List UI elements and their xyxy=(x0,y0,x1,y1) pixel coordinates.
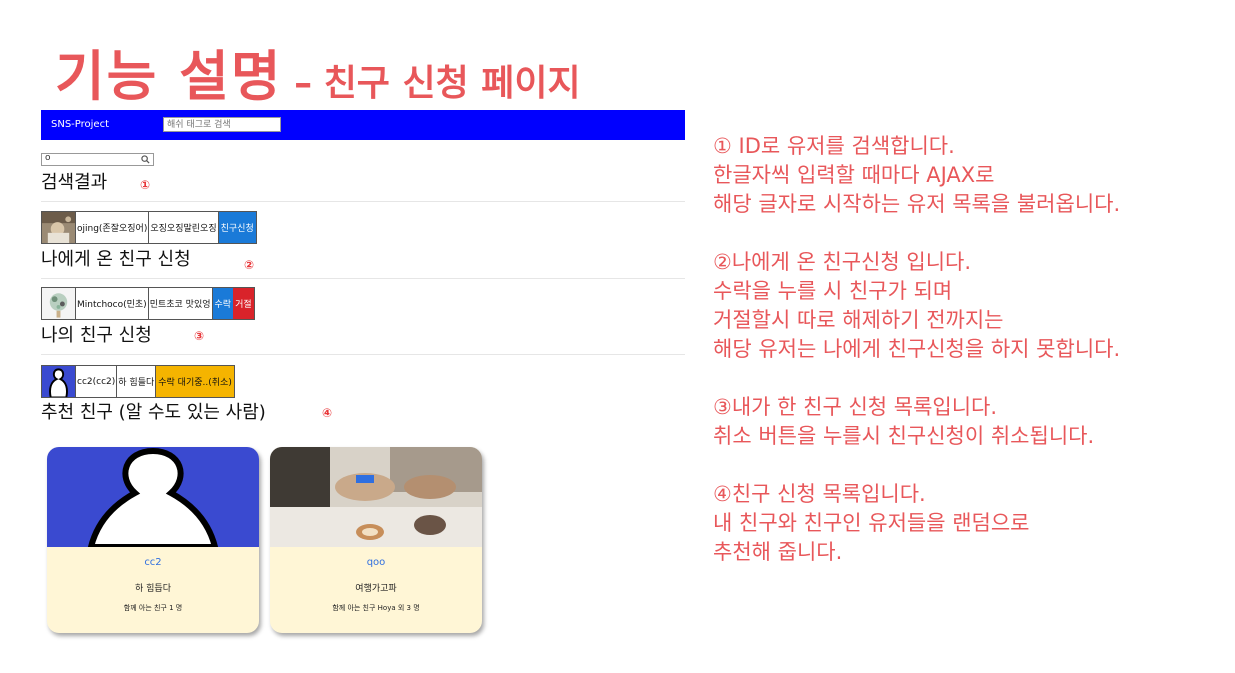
card-mutual-friends: 함께 아는 친구 Hoya 외 3 명 xyxy=(332,604,420,612)
user-search-input[interactable]: o xyxy=(41,153,154,166)
description-line: 해당 글자로 시작하는 유저 목록을 불러옵니다. xyxy=(713,192,1121,216)
slide-title-sep: – xyxy=(294,63,313,104)
search-icon[interactable] xyxy=(141,155,150,164)
avatar-photo xyxy=(42,288,75,319)
divider xyxy=(41,278,685,279)
navbar: SNS-Project xyxy=(41,110,685,140)
description-block: ②나에게 온 친구신청 입니다. 수락을 누를 시 친구가 되며 거절할시 따로… xyxy=(713,248,1223,364)
description-line: 해당 유저는 나에게 친구신청을 하지 못합니다. xyxy=(713,337,1121,361)
received-requests-badge: ② xyxy=(244,258,255,272)
reject-button[interactable]: 거절 xyxy=(233,288,254,319)
avatar xyxy=(42,288,76,319)
user-search-value: o xyxy=(45,153,51,163)
received-request-row: Mintchoco(민초) 민트초코 맛있엉 수락 거절 xyxy=(41,287,255,320)
card-mutual-friends: 함께 아는 친구 1 명 xyxy=(123,604,183,612)
description-line: ③내가 한 친구 신청 목록입니다. xyxy=(713,395,998,419)
friend-request-button[interactable]: 친구신청 xyxy=(218,212,256,243)
accept-button[interactable]: 수락 xyxy=(212,288,234,319)
avatar-photo xyxy=(42,212,75,243)
recommend-title: 추천 친구 (알 수도 있는 사람) xyxy=(41,402,266,423)
feature-description: ① ID로 유저를 검색합니다. 한글자씩 입력할 때마다 AJAX로 해당 글… xyxy=(713,132,1223,596)
search-result-row: ojing(존잘오징어) 오징오징말린오징 친구신청 xyxy=(41,211,257,244)
sent-requests-title: 나의 친구 신청 xyxy=(41,325,152,346)
description-line: 한글자씩 입력할 때마다 AJAX로 xyxy=(713,163,995,187)
user-name[interactable]: ojing(존잘오징어) xyxy=(76,212,150,243)
search-results-title: 검색결과 xyxy=(41,172,108,193)
card-status: 하 힘듭다 xyxy=(135,584,171,594)
description-line: ④친구 신청 목록입니다. xyxy=(713,482,926,506)
user-name[interactable]: cc2(cc2) xyxy=(76,366,118,397)
user-status: 민트초코 맛있엉 xyxy=(149,288,213,319)
description-line: 취소 버튼을 누를시 친구신청이 취소됩니다. xyxy=(713,424,1095,448)
recommend-card[interactable]: cc2 하 힘듭다 함께 아는 친구 1 명 xyxy=(47,447,259,633)
divider xyxy=(41,354,685,355)
user-name[interactable]: Mintchoco(민초) xyxy=(76,288,149,319)
search-results-badge: ① xyxy=(140,178,151,192)
card-user-id[interactable]: qoo xyxy=(270,557,482,568)
description-block: ④친구 신청 목록입니다. 내 친구와 친구인 유저들을 랜덤으로 추천해 줍니… xyxy=(713,480,1223,567)
description-line: 거절할시 따로 해제하기 전까지는 xyxy=(713,308,1004,332)
card-status: 여행가고파 xyxy=(355,584,397,594)
avatar-photo xyxy=(42,366,75,397)
description-line: ②나에게 온 친구신청 입니다. xyxy=(713,250,972,274)
description-block: ① ID로 유저를 검색합니다. 한글자씩 입력할 때마다 AJAX로 해당 글… xyxy=(713,132,1223,219)
card-user-id[interactable]: cc2 xyxy=(47,557,259,568)
card-image xyxy=(47,447,259,547)
user-status: 오징오징말린오징 xyxy=(149,212,219,243)
avatar xyxy=(42,212,76,243)
description-line: 내 친구와 친구인 유저들을 랜덤으로 xyxy=(713,511,1030,535)
recommend-card[interactable]: qoo 여행가고파 함께 아는 친구 Hoya 외 3 명 xyxy=(270,447,482,633)
avatar xyxy=(42,366,76,397)
slide-title: 기능 설명 – 친구 신청 페이지 xyxy=(55,32,581,111)
description-line: 수락을 누를 시 친구가 되며 xyxy=(713,279,953,303)
received-requests-title: 나에게 온 친구 신청 xyxy=(41,249,191,270)
brand-link[interactable]: SNS-Project xyxy=(51,119,109,130)
hashtag-search-input[interactable] xyxy=(163,117,281,132)
slide-title-main: 기능 설명 xyxy=(55,45,283,108)
cancel-request-button[interactable]: 수락 대기중..(취소) xyxy=(156,366,234,397)
sent-requests-badge: ③ xyxy=(194,329,205,343)
slide-title-sub: 친구 신청 페이지 xyxy=(323,63,581,104)
divider xyxy=(41,201,685,202)
description-block: ③내가 한 친구 신청 목록입니다. 취소 버튼을 누를시 친구신청이 취소됩니… xyxy=(713,393,1223,451)
description-line: 추천해 줍니다. xyxy=(713,540,843,564)
sent-request-row: cc2(cc2) 하 힘들다 수락 대기중..(취소) xyxy=(41,365,235,398)
card-image xyxy=(270,447,482,547)
recommend-badge: ④ xyxy=(322,406,333,420)
user-status: 하 힘들다 xyxy=(117,366,157,397)
description-line: ① ID로 유저를 검색합니다. xyxy=(713,134,955,158)
